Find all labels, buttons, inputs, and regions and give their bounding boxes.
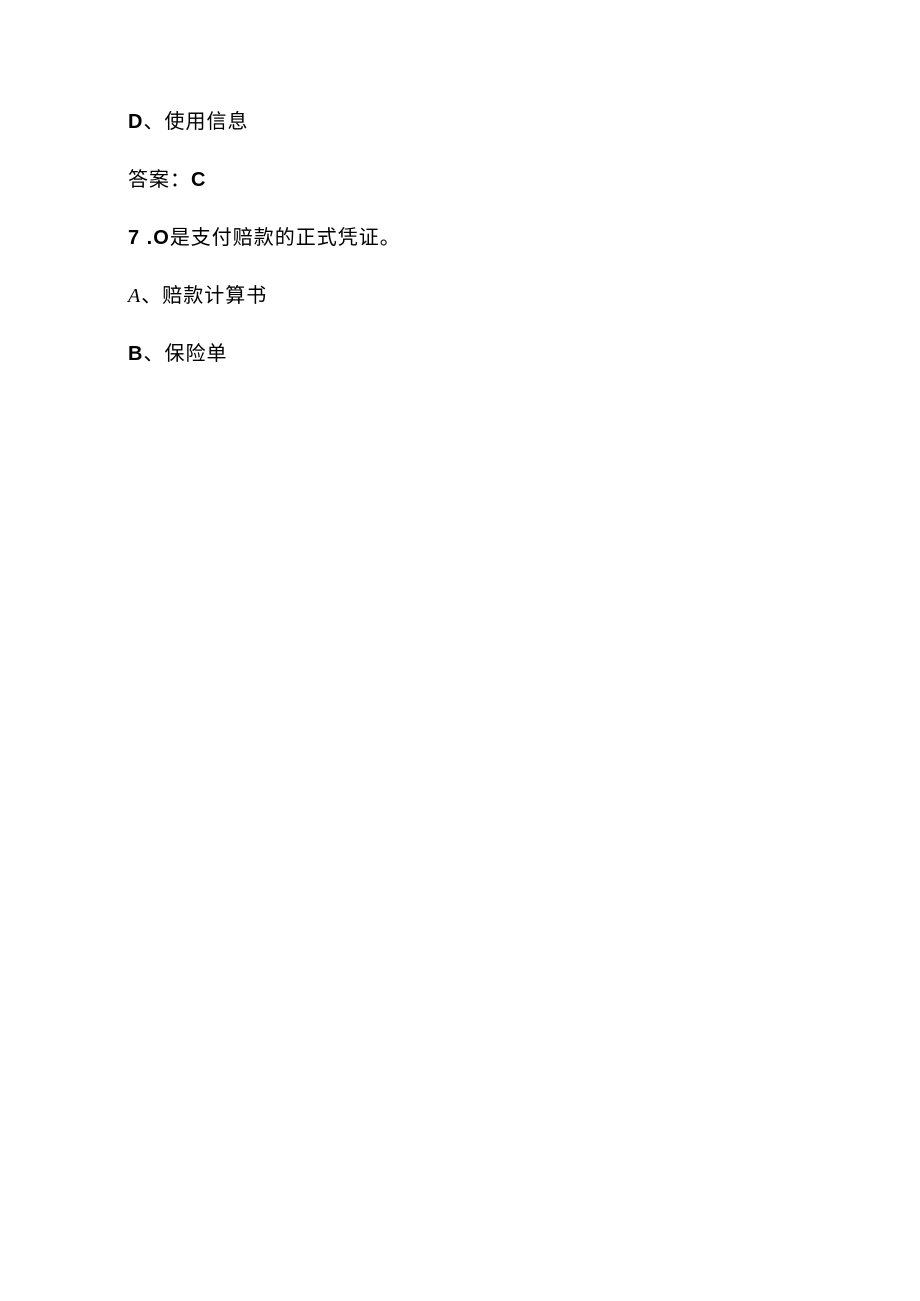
document-page: D、使用信息 答案：C 7 .O是支付赔款的正式凭证。 A、赔款计算书 B、保险… [0, 0, 920, 1301]
question-blank: O [153, 227, 170, 249]
option-text: 赔款计算书 [162, 285, 267, 307]
option-text: 保险单 [164, 343, 227, 365]
option-text: 使用信息 [164, 111, 248, 133]
question-text: 是支付赔款的正式凭证。 [170, 227, 401, 249]
q7-option-a: A、赔款计算书 [128, 282, 792, 310]
q6-option-d: D、使用信息 [128, 108, 792, 136]
q6-answer: 答案：C [128, 166, 792, 194]
option-separator: 、 [143, 343, 164, 365]
answer-value: C [191, 169, 206, 191]
option-letter: B [128, 343, 143, 365]
option-letter: A [128, 285, 141, 307]
answer-label: 答案： [128, 169, 191, 191]
option-separator: 、 [141, 285, 162, 307]
q7-option-b: B、保险单 [128, 340, 792, 368]
q7-stem: 7 .O是支付赔款的正式凭证。 [128, 224, 792, 252]
option-letter: D [128, 111, 143, 133]
question-number: 7 [128, 227, 140, 249]
question-dot: . [140, 227, 153, 249]
option-separator: 、 [143, 111, 164, 133]
